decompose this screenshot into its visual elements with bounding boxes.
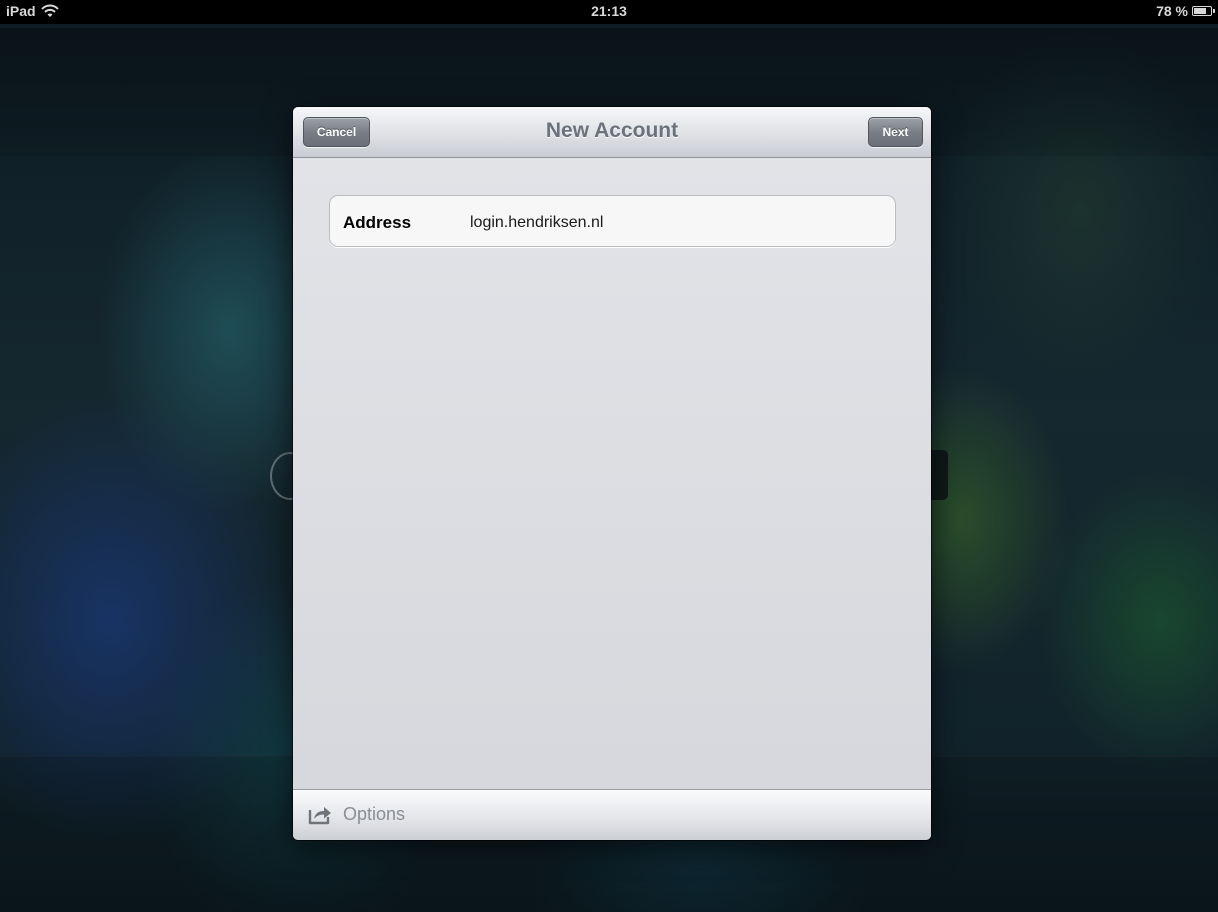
address-label: Address [343, 213, 412, 232]
ipad-screen: iPad 21:13 78 % Cancel New Account Next … [0, 0, 1218, 912]
sheet-content: Address [293, 158, 931, 789]
battery-percentage: 78 % [1156, 3, 1188, 19]
sheet-title: New Account [545, 119, 679, 142]
address-input[interactable] [470, 214, 880, 232]
share-icon [308, 807, 331, 825]
next-button[interactable]: Next [868, 117, 923, 147]
battery-tip [1213, 9, 1215, 13]
status-bar: iPad 21:13 78 % [0, 0, 1218, 24]
navigation-bar: Cancel New Account Next [293, 107, 931, 158]
battery-level-fill [1194, 8, 1206, 14]
battery-icon [1192, 6, 1215, 16]
options-label: Options [343, 803, 406, 824]
status-bar-right: 78 % [1156, 3, 1215, 19]
new-account-sheet: Cancel New Account Next Address Options [293, 107, 931, 840]
options-button[interactable]: Options [307, 803, 405, 825]
bottom-toolbar: Options [293, 789, 931, 840]
address-field-row[interactable]: Address [329, 195, 896, 247]
status-time: 21:13 [591, 3, 627, 19]
